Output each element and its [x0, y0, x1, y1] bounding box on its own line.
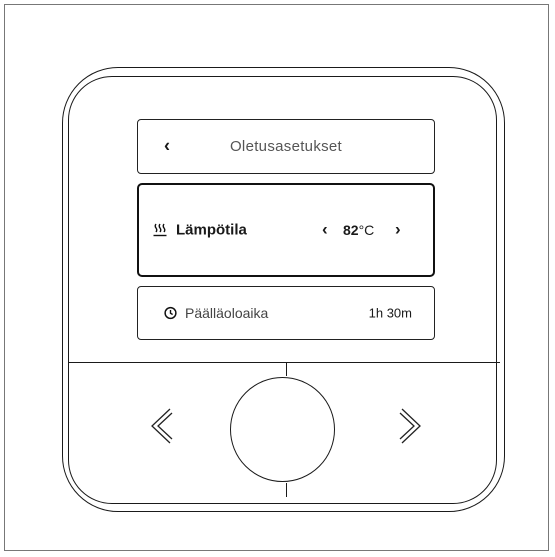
duration-value: 1h 30m [368, 305, 412, 321]
clock-icon [164, 306, 177, 320]
chevron-right-icon[interactable]: › [395, 220, 401, 240]
setting-label: Lämpötila [176, 221, 247, 239]
temperature-unit: °C [358, 222, 375, 238]
setting-row-temperature[interactable]: Lämpötila ‹ 82°C › [137, 183, 435, 277]
heating-icon [153, 223, 167, 237]
arrow-right-icon [399, 408, 421, 444]
rotary-knob[interactable] [230, 377, 335, 482]
duration-label: Päälläoloaika [185, 305, 269, 321]
chevron-left-icon[interactable]: ‹ [322, 220, 328, 240]
temperature-number: 82 [343, 222, 359, 238]
divider [286, 483, 287, 497]
temperature-value: 82°C [343, 222, 374, 238]
setting-row-duration[interactable]: Päälläoloaika 1h 30m [137, 286, 435, 340]
menu-title: Oletusasetukset [229, 138, 343, 155]
arrow-left-icon [151, 408, 173, 444]
menu-header[interactable]: ‹ Oletusasetukset [137, 119, 435, 174]
divider [286, 363, 287, 376]
